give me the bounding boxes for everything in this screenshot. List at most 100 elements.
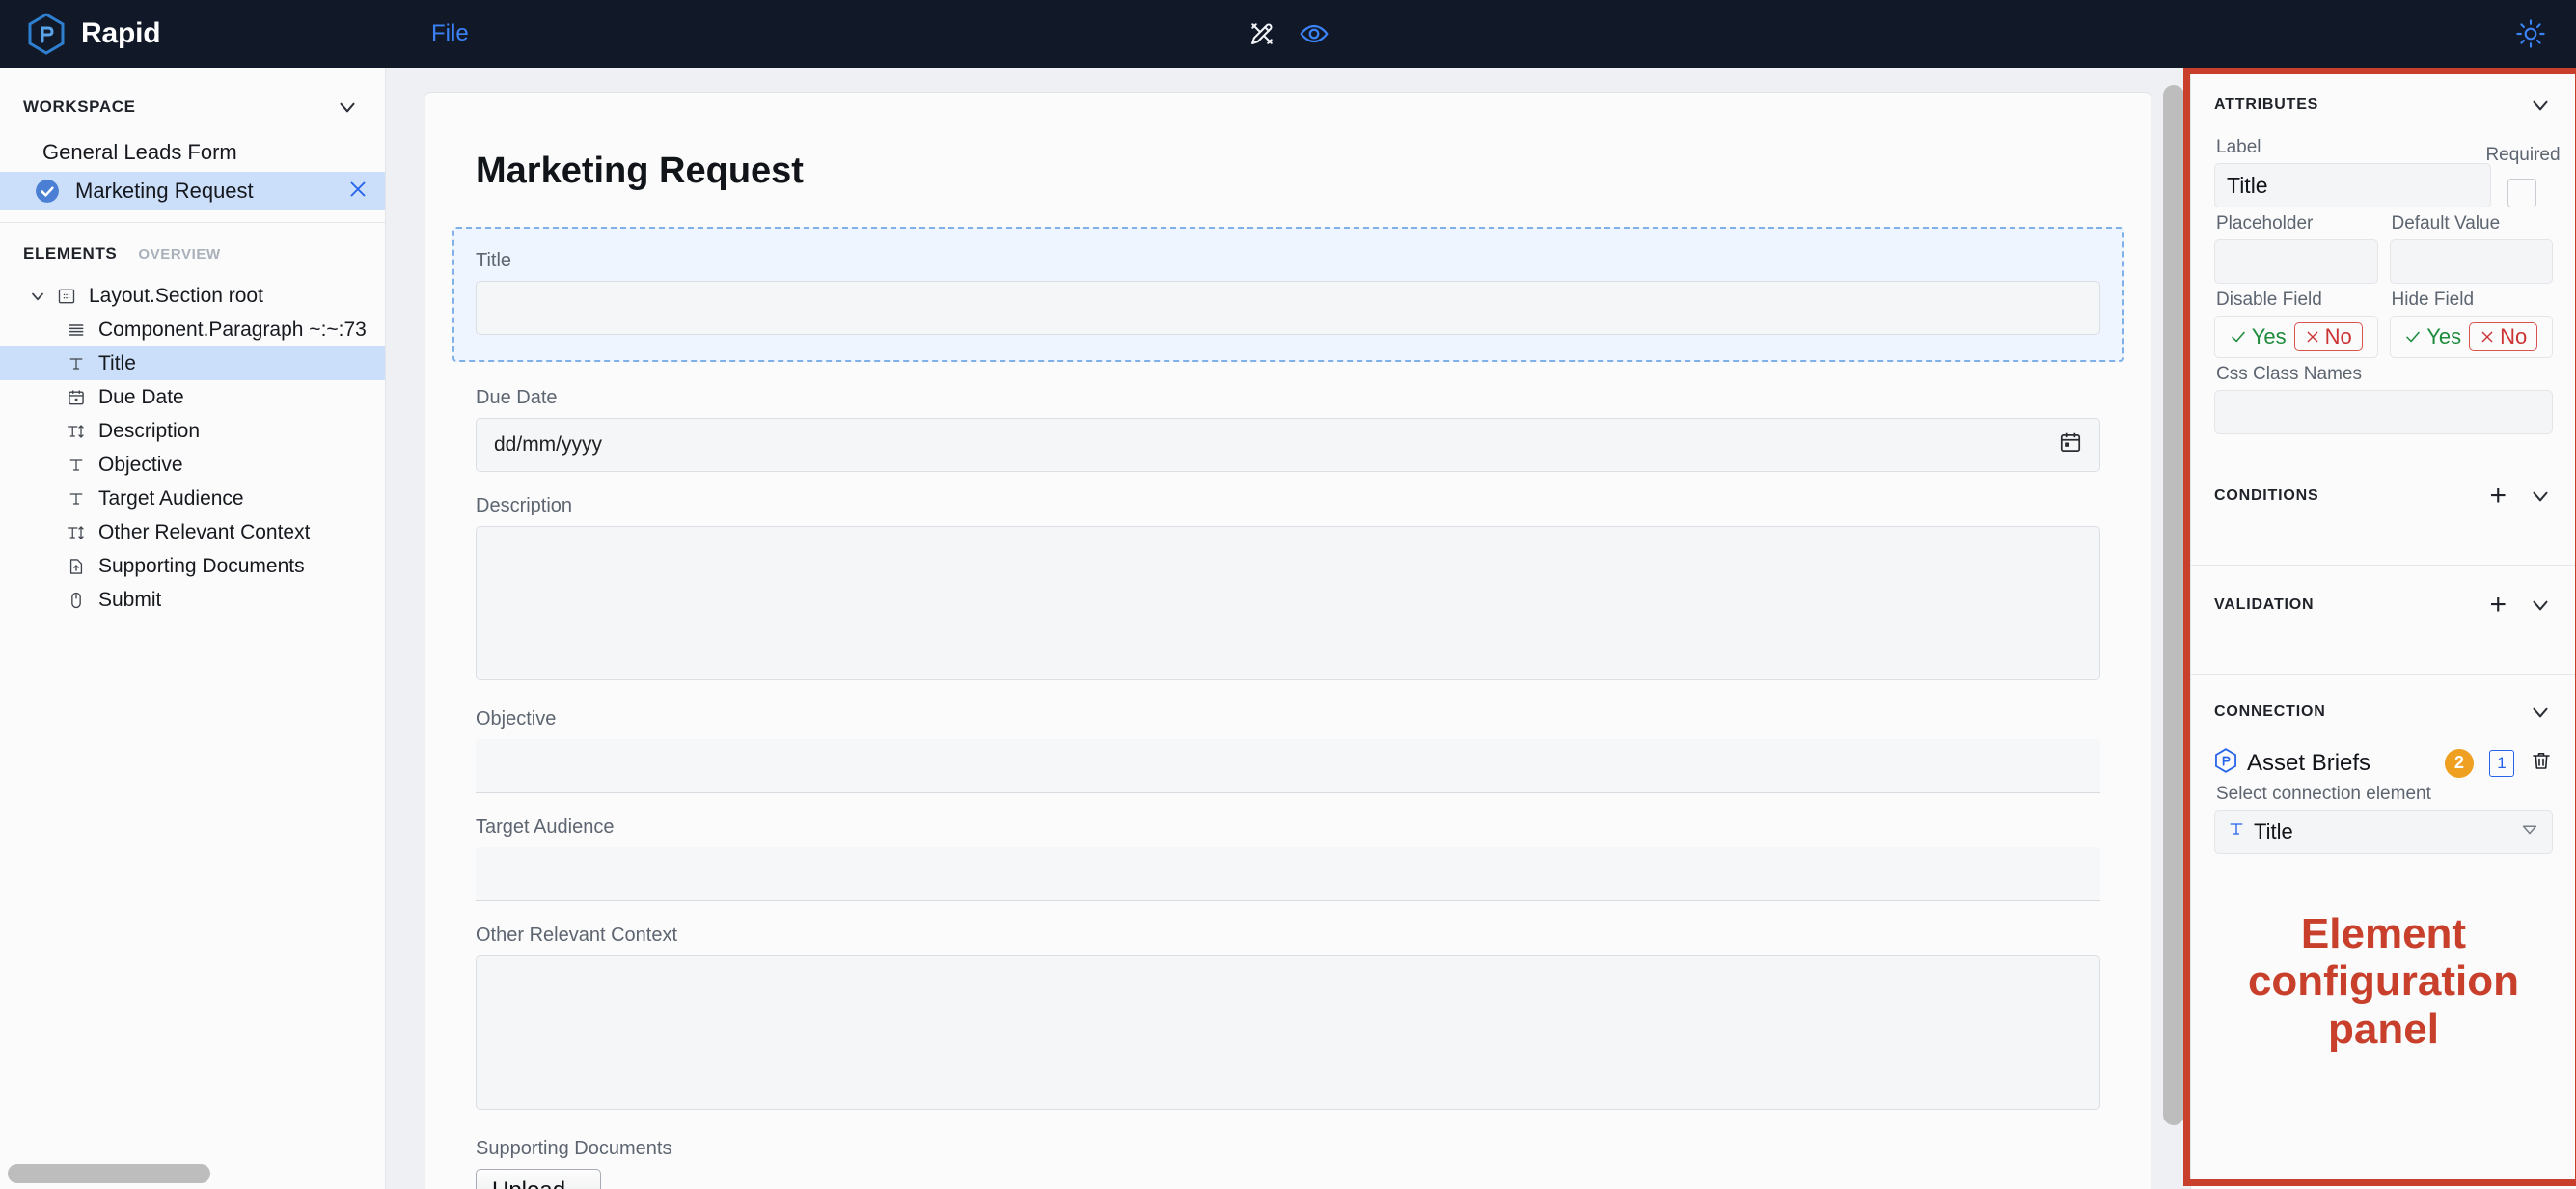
- objective-input[interactable]: [476, 739, 2100, 793]
- validation-title: VALIDATION: [2214, 596, 2315, 613]
- pen-ruler-icon[interactable]: [1246, 17, 1278, 50]
- tree-node-label: Due Date: [98, 385, 184, 408]
- disable-field-no-option[interactable]: No: [2293, 322, 2363, 351]
- form-field-title[interactable]: Title: [452, 227, 2124, 362]
- form-field-target-audience[interactable]: Target Audience: [476, 816, 2100, 901]
- chevron-down-icon[interactable]: [25, 287, 50, 306]
- close-icon[interactable]: [346, 178, 370, 205]
- form-canvas: Marketing Request Title Due Date De: [386, 68, 2190, 1189]
- textarea-icon: [60, 422, 93, 441]
- tree-node-other-relevant-context[interactable]: Other Relevant Context: [0, 515, 385, 549]
- calendar-icon[interactable]: [2058, 430, 2083, 460]
- description-textarea[interactable]: [476, 526, 2100, 680]
- text-input-icon: [2227, 819, 2246, 844]
- field-label: Supporting Documents: [476, 1138, 672, 1159]
- attributes-section-header[interactable]: ATTRIBUTES: [2191, 68, 2576, 137]
- canvas-vertical-scrollbar[interactable]: [2163, 85, 2184, 1147]
- tree-node-component-paragraph[interactable]: Component.Paragraph ~:~:73: [0, 313, 385, 346]
- upload-button[interactable]: Upload...: [476, 1169, 602, 1189]
- required-label: Required: [2485, 145, 2561, 165]
- tree-node-submit[interactable]: Submit: [0, 583, 385, 617]
- paragraph-icon: [60, 320, 93, 340]
- connection-source-row[interactable]: Asset Briefs 2 1: [2214, 748, 2553, 778]
- connection-element-select[interactable]: Title: [2214, 810, 2553, 854]
- connection-count-badge: 2: [2445, 748, 2474, 778]
- tree-node-due-date[interactable]: Due Date: [0, 380, 385, 414]
- target-audience-input[interactable]: [476, 847, 2100, 901]
- workspace-item-general-leads-form[interactable]: General Leads Form: [0, 133, 385, 172]
- check-icon: [2231, 331, 2245, 343]
- css-class-names-input[interactable]: [2214, 390, 2553, 434]
- element-configuration-panel: ATTRIBUTES Label Required: [2183, 68, 2576, 1189]
- elements-tab[interactable]: ELEMENTS: [23, 244, 117, 263]
- top-bar-right: [2514, 17, 2576, 50]
- tree-node-label: Other Relevant Context: [98, 520, 311, 543]
- chevron-down-icon[interactable]: [2528, 593, 2553, 618]
- hide-field-toggle[interactable]: Yes No: [2389, 316, 2553, 358]
- tree-node-layout-section-root[interactable]: Layout.Section root: [0, 279, 385, 313]
- connection-section-header[interactable]: CONNECTION: [2191, 675, 2576, 744]
- form-field-description[interactable]: Description: [476, 495, 2100, 685]
- select-connection-element-label: Select connection element: [2216, 784, 2431, 804]
- default-value-input[interactable]: [2389, 239, 2553, 284]
- field-label: Title: [476, 250, 512, 271]
- connection-source-name: Asset Briefs: [2247, 749, 2371, 776]
- disable-field-yes-option[interactable]: Yes: [2230, 324, 2287, 349]
- file-menu[interactable]: File: [422, 14, 479, 53]
- scrollbar-thumb[interactable]: [2163, 85, 2184, 1125]
- chevron-down-icon[interactable]: [2528, 93, 2553, 118]
- validation-section-header[interactable]: VALIDATION +: [2191, 566, 2576, 674]
- due-date-input[interactable]: [476, 418, 2100, 472]
- connection-element-value: Title: [2254, 819, 2293, 843]
- disable-field-label: Disable Field: [2216, 290, 2322, 310]
- plus-icon[interactable]: +: [2489, 591, 2507, 620]
- hide-field-no-option[interactable]: No: [2469, 322, 2538, 351]
- elements-header: ELEMENTS OVERVIEW: [0, 223, 385, 273]
- yes-label: Yes: [2426, 324, 2462, 348]
- top-bar-center-tools: [0, 0, 2576, 68]
- chevron-down-icon[interactable]: [2528, 700, 2553, 725]
- calendar-icon: [60, 388, 93, 407]
- placeholder-label: Placeholder: [2216, 213, 2314, 234]
- workspace-item-marketing-request[interactable]: Marketing Request: [0, 172, 385, 210]
- caret-down-icon[interactable]: [2519, 818, 2540, 845]
- rapid-hexagon-icon: [2214, 748, 2237, 778]
- text-input-icon: [60, 489, 93, 509]
- eye-icon[interactable]: [1298, 17, 1330, 50]
- check-icon: [2406, 331, 2421, 343]
- placeholder-input[interactable]: [2214, 239, 2378, 284]
- brand: Rapid: [0, 13, 386, 55]
- tree-node-objective[interactable]: Objective: [0, 448, 385, 482]
- tree-node-target-audience[interactable]: Target Audience: [0, 482, 385, 515]
- form-field-due-date[interactable]: Due Date: [476, 387, 2100, 472]
- sidebar-horizontal-scrollbar[interactable]: [0, 1164, 368, 1183]
- connection-index-badge[interactable]: 1: [2489, 749, 2514, 777]
- title-input[interactable]: [476, 281, 2100, 335]
- main-body: WORKSPACE General Leads Form Marketing R…: [0, 68, 2576, 1189]
- form-field-supporting-documents[interactable]: Supporting Documents Upload...: [476, 1138, 2100, 1189]
- trash-icon[interactable]: [2530, 749, 2553, 777]
- css-class-names-label: Css Class Names: [2216, 364, 2362, 384]
- chevron-down-icon[interactable]: [335, 95, 360, 120]
- hide-field-yes-option[interactable]: Yes: [2404, 324, 2461, 349]
- form-field-objective[interactable]: Objective: [476, 708, 2100, 793]
- required-checkbox[interactable]: [2507, 179, 2536, 207]
- chevron-down-icon[interactable]: [2528, 484, 2553, 509]
- conditions-section-header[interactable]: CONDITIONS +: [2191, 456, 2576, 565]
- other-relevant-context-textarea[interactable]: [476, 955, 2100, 1110]
- tree-node-description[interactable]: Description: [0, 414, 385, 448]
- workspace-header[interactable]: WORKSPACE: [0, 68, 385, 133]
- sun-icon[interactable]: [2514, 17, 2547, 50]
- yes-label: Yes: [2251, 324, 2287, 348]
- tree-node-supporting-documents[interactable]: Supporting Documents: [0, 549, 385, 583]
- overview-tab[interactable]: OVERVIEW: [138, 246, 220, 263]
- label-input[interactable]: [2214, 163, 2491, 207]
- tree-node-title[interactable]: Title: [0, 346, 385, 380]
- form-field-other-relevant-context[interactable]: Other Relevant Context: [476, 925, 2100, 1115]
- close-icon: [2307, 331, 2317, 343]
- workspace-item-label: General Leads Form: [42, 140, 237, 164]
- scrollbar-thumb[interactable]: [8, 1164, 210, 1183]
- disable-field-toggle[interactable]: Yes No: [2214, 316, 2378, 358]
- no-label: No: [2324, 324, 2352, 348]
- plus-icon[interactable]: +: [2489, 482, 2507, 511]
